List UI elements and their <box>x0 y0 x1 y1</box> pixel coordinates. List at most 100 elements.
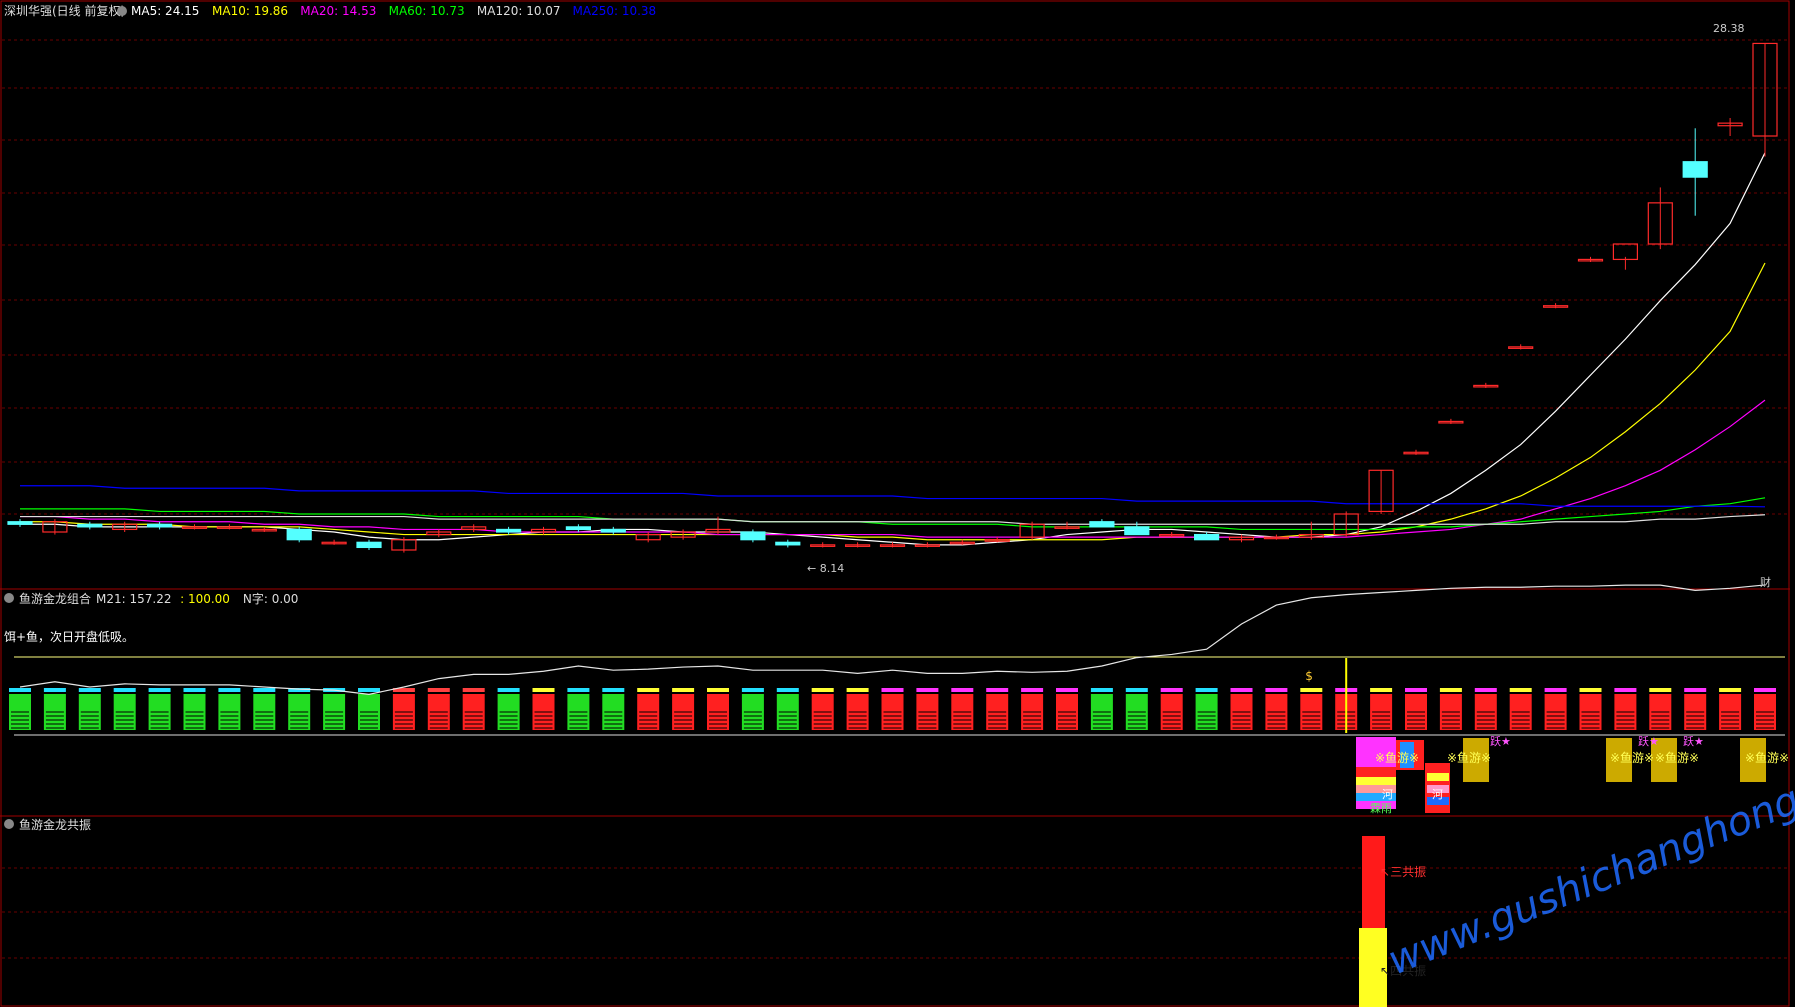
signal-stack-block <box>1356 767 1396 777</box>
signal-stack-block <box>1356 777 1396 785</box>
signal-cap <box>1125 688 1148 692</box>
signal-cap <box>1614 688 1637 692</box>
signal-cap <box>916 688 939 692</box>
grid-lines <box>2 39 1790 959</box>
signal-cap <box>1021 688 1044 692</box>
low-price-label: ← 8.14 <box>807 562 844 575</box>
price-header: 深圳华强(日线 前复权) MA5: 24.15 MA10: 19.86 MA20: … <box>4 3 656 18</box>
signal-cap <box>78 688 101 692</box>
signal-cap <box>707 688 729 692</box>
signal-cap <box>1195 688 1218 692</box>
indicator-panel-2 <box>1359 836 1387 1007</box>
finance-corner-label[interactable]: 财 <box>1760 575 1771 589</box>
candle-body <box>147 523 173 528</box>
signal-cap <box>1300 688 1323 692</box>
candle-body <box>356 541 382 549</box>
signal-cap <box>986 688 1009 692</box>
signal-cap <box>43 688 66 692</box>
signal-cap <box>148 688 171 692</box>
candle-body <box>600 528 626 533</box>
candle-body <box>775 541 801 546</box>
candle-body <box>1682 161 1708 178</box>
signal-cap <box>183 688 206 692</box>
signal-cap <box>1649 688 1672 692</box>
signal-cap <box>1090 688 1113 692</box>
candle-body <box>286 528 312 541</box>
indicator-panel-1: $※鱼游※ ※鱼游※ ※鱼游※ ※鱼游※ ※鱼游※跃★ 跃★ 跃★河 河霖雨 <box>9 584 1789 815</box>
indicator1-header: 鱼游金龙组合 M21: 157.22: 100.00 N字: 0.00 饵+鱼，次… <box>4 591 298 644</box>
candle-body <box>565 526 592 531</box>
signal-cap <box>532 688 555 692</box>
ma-line-ma10 <box>20 262 1766 541</box>
three-resonance-label: ↖三共振 <box>1380 865 1426 879</box>
signal-cap <box>1265 688 1288 692</box>
signal-cap <box>637 688 660 692</box>
signal-cap <box>602 688 625 692</box>
signal-cap <box>427 688 450 692</box>
high-price-label: 28.38 <box>1713 22 1745 35</box>
money-bag-icon: $ <box>1305 669 1313 683</box>
ma-legend-item: MA120: 10.07 <box>477 4 561 18</box>
signal-cap <box>1370 688 1393 692</box>
signal-cap <box>951 688 974 692</box>
ma-line-ma250 <box>20 485 1766 508</box>
ma-legend-item: MA5: 24.15 <box>131 4 199 18</box>
signal-cap <box>741 688 764 692</box>
candle-body <box>1193 533 1220 541</box>
signal-stack-block <box>1427 773 1449 781</box>
signal-cap <box>1719 688 1742 692</box>
fish-signal-label: ※鱼游※ <box>1745 751 1789 765</box>
jump-signal-label: 跃★ <box>1490 734 1511 748</box>
indicator1-value: N字: 0.00 <box>243 591 299 606</box>
he-signal-label: 河 <box>1432 788 1443 801</box>
signal-cap <box>672 688 695 692</box>
signal-cap <box>567 688 590 692</box>
signal-cap <box>1579 688 1602 692</box>
ma-legend-item: MA250: 10.38 <box>573 4 657 18</box>
signal-cap <box>1754 688 1776 692</box>
indicator1-name[interactable]: 鱼游金龙组合 <box>19 591 91 606</box>
candle-body <box>740 531 766 541</box>
indicator1-values: M21: 157.22 : 100.00 N字: 0.00 <box>96 591 298 606</box>
signal-cap <box>1544 688 1567 692</box>
collapse-icon-2[interactable] <box>4 819 14 829</box>
chart-title[interactable]: 深圳华强(日线 前复权) <box>4 3 125 18</box>
signal-cap <box>881 688 904 692</box>
signal-cap <box>846 688 869 692</box>
candle-body <box>1089 521 1115 528</box>
indicator1-value: M21: 157.22 <box>96 592 171 606</box>
candlesticks <box>7 42 1778 553</box>
resonance-bar-three <box>1362 836 1385 928</box>
signal-cap <box>113 688 136 692</box>
signal-cap <box>1474 688 1497 692</box>
signal-cap <box>497 688 520 692</box>
collapse-icon[interactable] <box>4 593 14 603</box>
signal-cap <box>253 688 276 692</box>
signal-cap <box>1230 688 1253 692</box>
signal-cap <box>776 688 799 692</box>
ma-line-ma5 <box>20 152 1766 546</box>
candle-body <box>77 523 103 528</box>
signal-cap <box>1160 688 1183 692</box>
signal-cap <box>462 688 485 692</box>
indicator2-name[interactable]: 鱼游金龙共振 <box>19 817 91 832</box>
signal-cap <box>9 688 31 692</box>
ma-legend: MA5: 24.15 MA10: 19.86 MA20: 14.53 MA60: 10… <box>117 4 656 18</box>
signal-cap <box>218 688 241 692</box>
candle-body <box>7 521 33 525</box>
signal-cap <box>1405 688 1427 692</box>
signal-cap <box>358 688 380 692</box>
ma-legend-item: MA10: 19.86 <box>212 4 288 18</box>
he-signal-label: 河 <box>1382 788 1393 801</box>
indicator2-header: 鱼游金龙共振 ↖三共振 ↖四共振 <box>4 817 1426 978</box>
moving-average-lines <box>20 152 1766 546</box>
fish-signal-label: ※鱼游※ <box>1655 751 1699 765</box>
jump-signal-label: 跃★ <box>1638 734 1659 748</box>
indicator1-value: : 100.00 <box>180 592 230 606</box>
candle-body <box>1124 526 1150 536</box>
signal-cap <box>811 688 834 692</box>
fish-signal-label: ※鱼游※ <box>1447 751 1491 765</box>
jump-signal-label: 跃★ <box>1683 734 1704 748</box>
fish-signal-label: ※鱼游※ <box>1610 751 1654 765</box>
stock-chart[interactable]: $※鱼游※ ※鱼游※ ※鱼游※ ※鱼游※ ※鱼游※跃★ 跃★ 跃★河 河霖雨 深圳华强(日线 … <box>0 0 1795 1007</box>
